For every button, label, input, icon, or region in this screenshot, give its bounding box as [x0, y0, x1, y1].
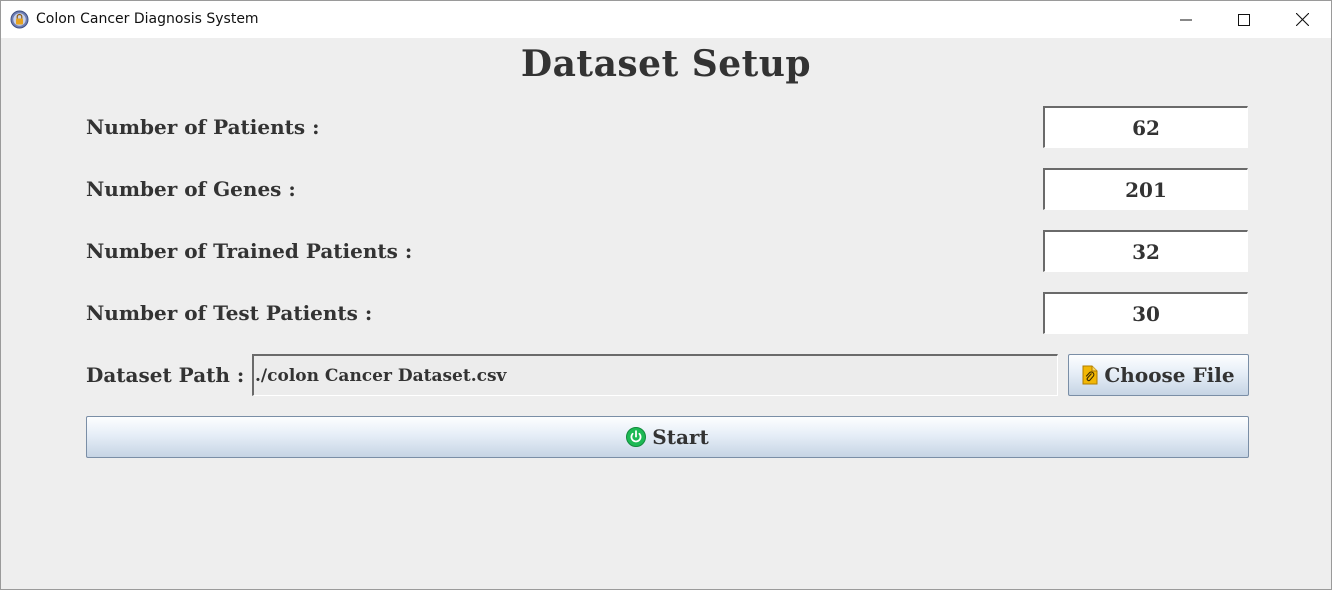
patients-input[interactable]: [1043, 106, 1248, 148]
app-window: Colon Cancer Diagnosis System Dataset Se…: [0, 0, 1332, 590]
attachment-file-icon: [1082, 365, 1098, 385]
genes-input[interactable]: [1043, 168, 1248, 210]
maximize-button[interactable]: [1215, 1, 1273, 38]
page-title: Dataset Setup: [520, 43, 812, 85]
trained-patients-label: Number of Trained Patients :: [86, 239, 413, 263]
minimize-button[interactable]: [1157, 1, 1215, 38]
dataset-path-input[interactable]: [252, 354, 1058, 396]
minimize-icon: [1180, 19, 1192, 20]
title-bar[interactable]: Colon Cancer Diagnosis System: [1, 1, 1331, 38]
genes-label: Number of Genes :: [86, 177, 296, 201]
start-label: Start: [652, 425, 709, 449]
trained-patients-input[interactable]: [1043, 230, 1248, 272]
test-patients-label: Number of Test Patients :: [86, 301, 373, 325]
maximize-icon: [1238, 13, 1250, 26]
app-lock-icon: [10, 10, 29, 29]
choose-file-label: Choose File: [1104, 363, 1235, 387]
choose-file-button[interactable]: Choose File: [1068, 354, 1249, 396]
power-icon: [626, 427, 647, 447]
start-button[interactable]: Start: [86, 416, 1249, 458]
dataset-path-label: Dataset Path :: [86, 363, 245, 387]
close-icon: [1295, 13, 1309, 26]
window-title: Colon Cancer Diagnosis System: [36, 11, 259, 27]
patients-label: Number of Patients :: [86, 115, 320, 139]
test-patients-input[interactable]: [1043, 292, 1248, 334]
close-button[interactable]: [1273, 1, 1331, 38]
